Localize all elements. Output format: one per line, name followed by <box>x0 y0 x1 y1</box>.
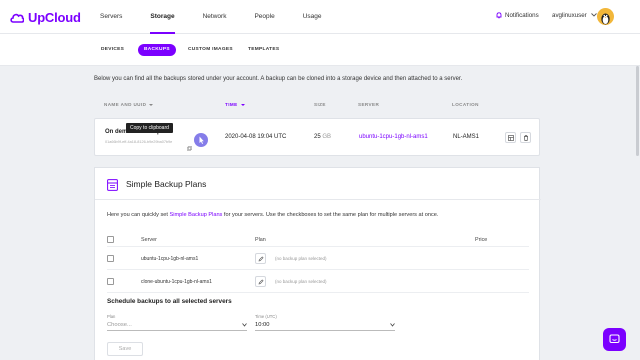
plans-doc-link[interactable]: Simple Backup Plans <box>170 212 223 218</box>
notifications-link[interactable]: Notifications <box>496 12 539 19</box>
copy-tooltip: Copy to clipboard <box>126 123 173 133</box>
tab-devices[interactable]: DEVICES <box>95 44 130 56</box>
chat-button[interactable] <box>603 328 626 351</box>
top-bar: UpCloud Servers Storage Network People U… <box>0 0 640 34</box>
backup-time: 2020-04-08 19:04 UTC <box>225 134 287 140</box>
sort-arrow-icon <box>240 103 245 106</box>
server-name: ubuntu-1cpu-1gb-nl-ams1 <box>141 256 199 262</box>
nav-storage[interactable]: Storage <box>150 0 175 34</box>
clone-icon <box>507 134 514 141</box>
penguin-avatar-icon <box>601 13 610 25</box>
page-scrollbar[interactable] <box>636 66 639 156</box>
clone-backup-button[interactable] <box>505 132 516 143</box>
pencil-icon <box>258 278 264 284</box>
backups-intro: Below you can find all the backups store… <box>94 76 463 82</box>
col-server[interactable]: SERVER <box>358 102 379 107</box>
select-all-checkbox[interactable] <box>107 236 114 243</box>
pointer-icon <box>199 136 204 144</box>
edit-plan-button[interactable] <box>255 276 266 287</box>
sort-arrow-icon <box>149 103 154 106</box>
col-name-uuid[interactable]: NAME AND UUID <box>104 102 154 107</box>
delete-backup-button[interactable] <box>520 132 531 143</box>
mouse-cursor-indicator <box>194 133 208 147</box>
plans-header: Simple Backup Plans <box>95 168 541 200</box>
backup-location: NL-AMS1 <box>453 134 480 140</box>
nav-usage[interactable]: Usage <box>303 0 322 34</box>
notifications-label: Notifications <box>505 12 539 19</box>
server-checkbox[interactable] <box>107 278 114 285</box>
tab-backups[interactable]: BACKUPS <box>138 44 176 56</box>
divider <box>107 269 529 270</box>
cloud-logo-icon <box>10 12 24 23</box>
backup-plan-icon <box>107 178 118 191</box>
col-size[interactable]: SIZE <box>314 102 326 107</box>
divider <box>107 292 529 293</box>
chat-icon <box>609 334 620 344</box>
plan-status: (no backup plan selected) <box>275 256 327 261</box>
chevron-down-icon <box>590 12 597 19</box>
username: avglinuxuser <box>552 12 587 19</box>
user-menu[interactable]: avglinuxuser <box>552 12 597 19</box>
main-nav: Servers Storage Network People Usage <box>100 0 350 34</box>
plans-title: Simple Backup Plans <box>126 179 207 189</box>
save-button[interactable]: Save <box>107 342 143 356</box>
server-name: clone-ubuntu-1cpu-1gb-nl-ams1 <box>141 279 212 285</box>
chevron-down-icon <box>242 323 247 327</box>
backup-size: 25 GB <box>314 134 332 140</box>
plan-status: (no backup plan selected) <box>275 279 327 284</box>
th-price: Price <box>475 237 488 243</box>
edit-plan-button[interactable] <box>255 253 266 264</box>
col-time[interactable]: TIME <box>225 102 245 107</box>
time-select[interactable]: 10:00 <box>255 319 395 331</box>
nav-network[interactable]: Network <box>203 0 227 34</box>
simple-backup-plans-panel: Simple Backup Plans Here you can quickly… <box>94 167 541 360</box>
server-checkbox[interactable] <box>107 255 114 262</box>
tab-custom-images[interactable]: CUSTOM IMAGES <box>182 44 239 56</box>
backup-uuid: 01a66b9f-eff-4a18-8126-b9e29ba07b9e <box>105 140 173 144</box>
pencil-icon <box>258 255 264 261</box>
schedule-title: Schedule backups to all selected servers <box>107 298 232 305</box>
trash-icon <box>523 134 528 141</box>
plans-description: Here you can quickly set Simple Backup P… <box>107 212 439 218</box>
th-server: Server <box>141 237 157 243</box>
chevron-down-icon <box>390 323 395 327</box>
col-location[interactable]: LOCATION <box>452 102 479 107</box>
plan-select[interactable]: Choose... <box>107 319 247 331</box>
bell-icon <box>496 12 502 19</box>
divider <box>107 246 529 247</box>
nav-people[interactable]: People <box>254 0 274 34</box>
brand-name: UpCloud <box>28 10 81 25</box>
upcloud-logo[interactable]: UpCloud <box>10 10 81 25</box>
copy-icon[interactable] <box>187 138 192 151</box>
storage-subnav: DEVICES BACKUPS CUSTOM IMAGES TEMPLATES <box>0 34 640 66</box>
tab-templates[interactable]: TEMPLATES <box>242 44 285 56</box>
th-plan: Plan <box>255 237 266 243</box>
avatar[interactable] <box>597 8 614 25</box>
backup-server-link[interactable]: ubuntu-1cpu-1gb-nl-ams1 <box>359 134 428 140</box>
nav-servers[interactable]: Servers <box>100 0 122 34</box>
